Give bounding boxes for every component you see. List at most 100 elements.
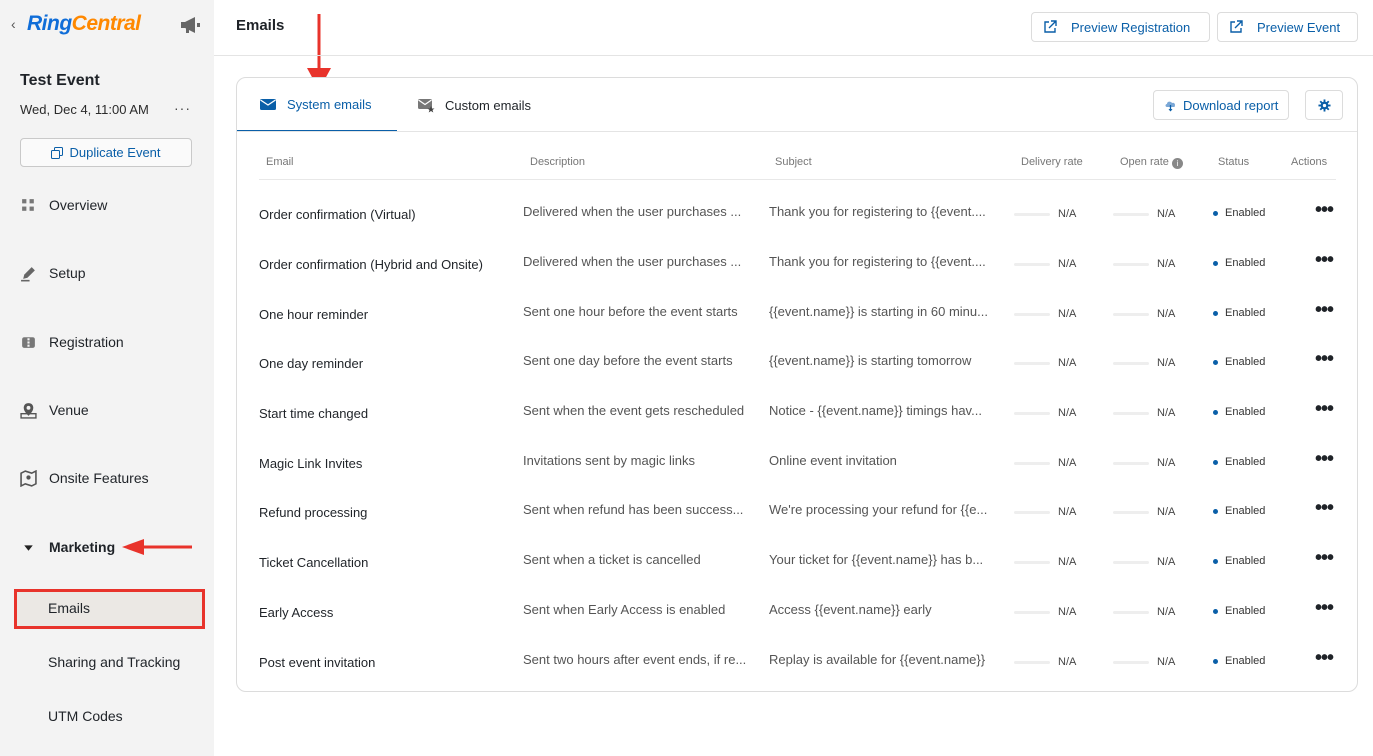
email-subject: We're processing your refund for {{e... (769, 502, 988, 517)
status-label: Enabled (1225, 456, 1266, 468)
email-description: Sent when Early Access is enabled (523, 602, 726, 617)
table-row[interactable]: Early Access Sent when Early Access is e… (237, 589, 1357, 639)
back-chevron-icon[interactable]: ‹ (11, 16, 16, 32)
column-header-open-rate: Open rate i (1120, 156, 1183, 169)
pencil-icon (21, 266, 35, 281)
table-row[interactable]: Post event invitation Sent two hours aft… (237, 639, 1357, 689)
open-rate-value: N/A (1157, 506, 1176, 518)
actions-menu-button[interactable]: ••• (1315, 250, 1334, 270)
delivery-rate-bar (1014, 661, 1050, 664)
more-options-icon[interactable]: ··· (174, 100, 191, 116)
email-subject: Your ticket for {{event.name}} has b... (769, 552, 984, 567)
grid-icon (22, 198, 34, 211)
cloud-download-icon (1165, 101, 1176, 111)
table-row[interactable]: Start time changed Sent when the event g… (237, 390, 1357, 440)
info-icon[interactable]: i (1171, 158, 1183, 169)
tab-custom-emails[interactable]: Custom emails (417, 78, 531, 132)
open-rate-value: N/A (1157, 606, 1176, 618)
open-rate-value: N/A (1157, 457, 1176, 469)
sidebar-item-label: Venue (49, 402, 89, 418)
megaphone-icon[interactable] (180, 16, 202, 34)
ringcentral-logo[interactable]: RingCentral (27, 12, 141, 36)
sidebar-item-setup[interactable]: Setup (20, 261, 86, 285)
status-label: Enabled (1225, 307, 1266, 319)
ticket-icon (22, 336, 35, 348)
open-rate-value: N/A (1157, 556, 1176, 568)
sidebar-item-onsite-features[interactable]: Onsite Features (20, 466, 149, 490)
brand-row: ‹ RingCentral (0, 0, 214, 52)
delivery-rate-bar (1014, 213, 1050, 216)
table-row[interactable]: Order confirmation (Hybrid and Onsite) D… (237, 241, 1357, 291)
table-row[interactable]: Magic Link Invites Invitations sent by m… (237, 440, 1357, 490)
actions-menu-button[interactable]: ••• (1315, 399, 1334, 419)
open-rate-bar (1113, 263, 1149, 266)
preview-registration-label: Preview Registration (1071, 19, 1191, 35)
annotation-arrow-left-icon (122, 539, 192, 555)
custom-email-icon (418, 99, 435, 113)
table-row[interactable]: One day reminder Sent one day before the… (237, 340, 1357, 390)
sidebar-item-venue[interactable]: Venue (20, 398, 89, 422)
delivery-rate-value: N/A (1058, 357, 1077, 369)
map-icon (20, 469, 37, 487)
page-title: Emails (236, 17, 285, 34)
actions-menu-button[interactable]: ••• (1315, 548, 1334, 568)
email-subject: Thank you for registering to {{event.... (769, 254, 986, 269)
sidebar-item-utm-codes[interactable]: UTM Codes (48, 708, 123, 724)
email-name: Early Access (259, 605, 334, 620)
system-email-icon (260, 99, 276, 110)
sidebar-item-overview[interactable]: Overview (20, 193, 107, 217)
email-description: Sent when refund has been success... (523, 502, 744, 517)
table-row[interactable]: One hour reminder Sent one hour before t… (237, 291, 1357, 341)
logo-ring: Ring (27, 12, 72, 35)
email-description: Sent when the event gets rescheduled (523, 403, 745, 418)
email-subject: Thank you for registering to {{event.... (769, 204, 986, 219)
map-pin-icon (20, 402, 37, 419)
sidebar-item-registration[interactable]: Registration (20, 330, 124, 354)
status-label: Enabled (1225, 356, 1266, 368)
actions-menu-button[interactable]: ••• (1315, 200, 1334, 220)
sidebar-item-marketing[interactable]: Marketing (20, 535, 115, 559)
actions-menu-button[interactable]: ••• (1315, 498, 1334, 518)
status-dot-icon (1213, 260, 1218, 266)
tab-system-emails[interactable]: System emails (237, 78, 397, 132)
email-description: Sent when a ticket is cancelled (523, 552, 701, 567)
email-name: Start time changed (259, 406, 369, 421)
table-row[interactable]: Refund processing Sent when refund has b… (237, 489, 1357, 539)
actions-menu-button[interactable]: ••• (1315, 648, 1334, 668)
column-header-description: Description (530, 156, 586, 168)
open-rate-value: N/A (1157, 308, 1176, 320)
status-dot-icon (1213, 658, 1218, 664)
preview-event-label: Preview Event (1257, 19, 1341, 35)
open-rate-value: N/A (1157, 407, 1176, 419)
open-rate-value: N/A (1157, 357, 1176, 369)
sidebar-item-sharing-and-tracking[interactable]: Sharing and Tracking (48, 654, 180, 670)
open-rate-bar (1113, 511, 1149, 514)
email-description: Sent two hours after event ends, if re..… (523, 652, 747, 667)
actions-menu-button[interactable]: ••• (1315, 449, 1334, 469)
status-badge: Enabled (1213, 257, 1265, 269)
status-label: Enabled (1225, 257, 1266, 269)
status-dot-icon (1213, 359, 1218, 365)
delivery-rate-bar (1014, 462, 1050, 465)
sidebar-item-label: Onsite Features (49, 470, 149, 486)
open-rate-value: N/A (1157, 258, 1176, 270)
status-label: Enabled (1225, 655, 1266, 667)
actions-menu-button[interactable]: ••• (1315, 598, 1334, 618)
duplicate-event-button[interactable]: Duplicate Event (20, 138, 192, 167)
open-rate-bar (1113, 611, 1149, 614)
table-row[interactable]: Order confirmation (Virtual) Delivered w… (237, 191, 1357, 241)
open-rate-bar (1113, 313, 1149, 316)
delivery-rate-value: N/A (1058, 457, 1077, 469)
actions-menu-button[interactable]: ••• (1315, 300, 1334, 320)
delivery-rate-bar (1014, 263, 1050, 266)
download-report-button[interactable]: Download report (1153, 90, 1290, 120)
sidebar-item-emails[interactable]: Emails (48, 600, 90, 616)
settings-button[interactable] (1305, 90, 1343, 120)
delivery-rate-bar (1014, 561, 1050, 564)
table-row[interactable]: Ticket Cancellation Sent when a ticket i… (237, 539, 1357, 589)
preview-event-button[interactable]: Preview Event (1217, 12, 1358, 42)
preview-registration-button[interactable]: Preview Registration (1031, 12, 1210, 42)
actions-menu-button[interactable]: ••• (1315, 349, 1334, 369)
tab-custom-emails-label: Custom emails (445, 97, 531, 113)
status-dot-icon (1213, 508, 1218, 514)
